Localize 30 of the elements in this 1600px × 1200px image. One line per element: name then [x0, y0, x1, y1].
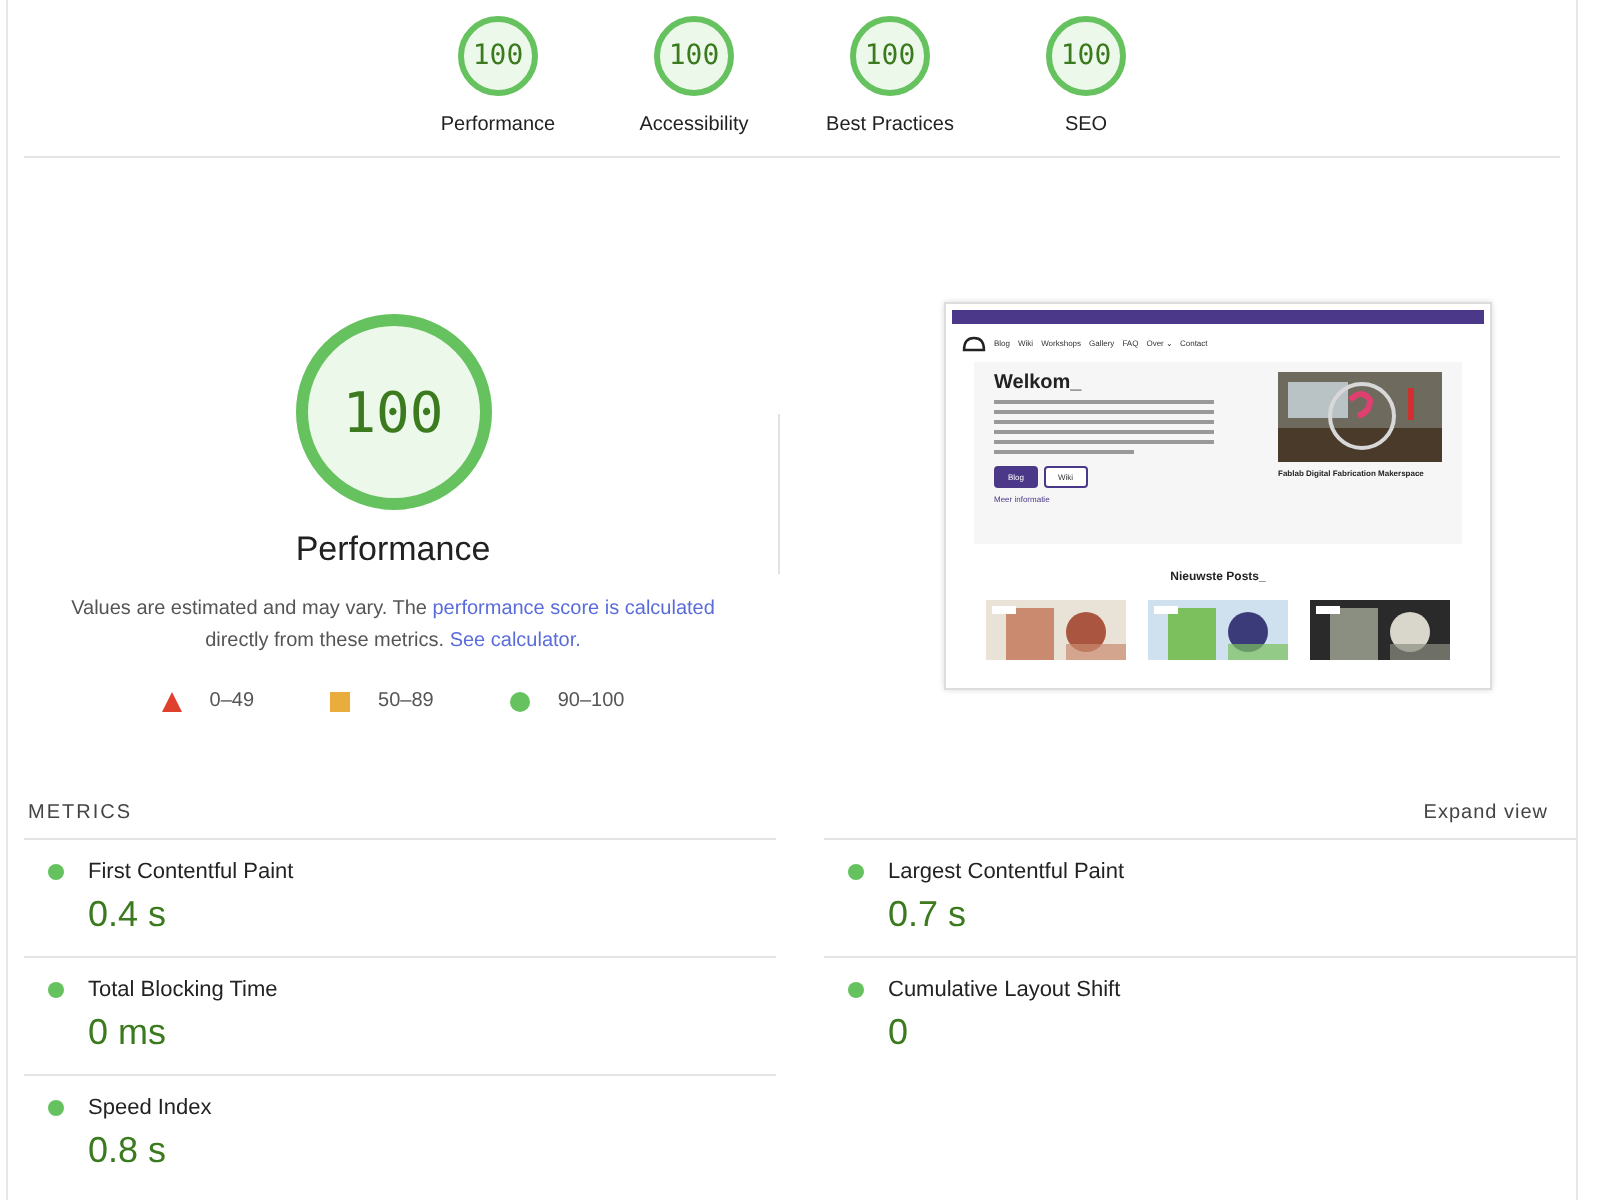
- logo-icon: [962, 334, 986, 352]
- metric-value: 0.8 s: [88, 1130, 169, 1172]
- category-label: Accessibility: [639, 114, 749, 136]
- score-value: 100: [666, 38, 722, 76]
- legend-range: 50–89: [378, 690, 434, 712]
- calculator-link[interactable]: See calculator.: [449, 630, 581, 652]
- score-value: 100: [340, 377, 446, 449]
- metric-name: Cumulative Layout Shift: [888, 978, 1121, 1002]
- legend-range: 90–100: [557, 690, 625, 712]
- score-value: 100: [862, 38, 918, 76]
- score-link[interactable]: performance score is calculated: [432, 598, 715, 620]
- metric-name: Total Blocking Time: [88, 978, 278, 1002]
- metric-value: 0.7 s: [888, 894, 969, 936]
- metric-value: 0: [888, 1012, 911, 1054]
- score-value: 100: [470, 38, 526, 76]
- category-label: Best Practices: [826, 114, 954, 136]
- expand-view-button[interactable]: Expand view: [1415, 801, 1556, 823]
- hero-heading: Welkom_: [994, 372, 1084, 394]
- metric-name: Speed Index: [88, 1096, 212, 1120]
- metric-name: Largest Contentful Paint: [888, 860, 1125, 884]
- metrics-heading: METRICS: [28, 801, 132, 823]
- score-value: 100: [1058, 38, 1114, 76]
- metric-value: 0.4 s: [88, 894, 169, 936]
- metric-value: 0 ms: [88, 1012, 169, 1054]
- legend-range: 0–49: [209, 690, 255, 712]
- category-label: Performance: [440, 114, 556, 136]
- metric-name: First Contentful Paint: [88, 860, 294, 884]
- performance-title: Performance: [295, 530, 491, 570]
- category-label: SEO: [1064, 114, 1108, 136]
- score-note: Values are estimated and may vary. The performance score is calculated directly from these metrics. See calculator.: [69, 596, 717, 656]
